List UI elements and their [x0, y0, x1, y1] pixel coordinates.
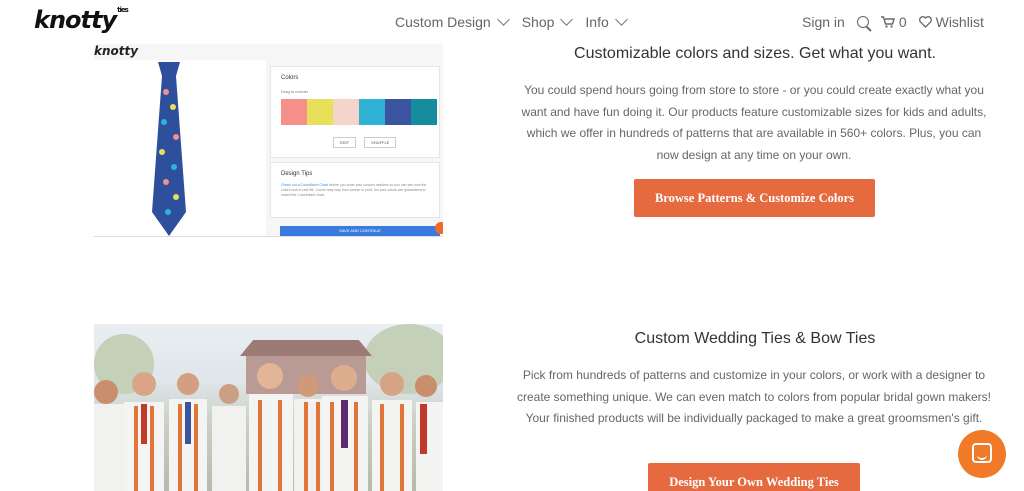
wedding-groomsmen-photo	[94, 324, 443, 491]
color-swatch	[385, 99, 411, 125]
account-nav: Sign in 0 Wishlist	[802, 14, 984, 30]
design-wedding-ties-button[interactable]: Design Your Own Wedding Ties	[648, 463, 860, 491]
mock-logo: knotty	[94, 44, 139, 58]
color-swatch	[411, 99, 437, 125]
site-logo[interactable]: knottyties	[34, 6, 129, 34]
section-heading-colors: Customizable colors and sizes. Get what …	[574, 45, 936, 62]
chat-dot-icon	[435, 222, 443, 234]
color-swatch	[333, 99, 359, 125]
color-swatch	[359, 99, 385, 125]
site-header: knottyties Custom Design Shop Info Sign …	[0, 0, 1024, 44]
save-and-continue-button: SAVE AND CONTINUE	[280, 226, 440, 236]
color-swatches	[281, 99, 437, 125]
groomsmen-figures	[94, 363, 443, 491]
design-tips-panel: Design Tips Check out a ColorMatch Chart…	[270, 162, 440, 218]
shuffle-button: SHUFFLE	[364, 137, 397, 148]
colors-panel: Colors Drag to reorder EDIT SHUFFLE	[270, 66, 440, 158]
nav-shop[interactable]: Shop	[522, 13, 574, 30]
chat-launcher-button[interactable]	[958, 430, 1006, 478]
wishlist-link[interactable]: Wishlist	[918, 14, 984, 30]
nav-custom-design[interactable]: Custom Design	[395, 13, 510, 30]
nav-info[interactable]: Info	[585, 13, 628, 30]
section-body-wedding: Pick from hundreds of patterns and custo…	[516, 368, 992, 425]
chat-icon	[972, 443, 992, 463]
chevron-down-icon	[614, 13, 628, 26]
cart-icon	[880, 16, 895, 28]
customizer-screenshot: knotty Colors Drag to reorder EDIT SHUFF…	[94, 44, 443, 237]
color-swatch	[307, 99, 333, 125]
chevron-down-icon	[496, 13, 510, 26]
main-nav: Custom Design Shop Info	[395, 13, 628, 30]
search-icon[interactable]	[856, 16, 869, 28]
patterned-tie-image	[152, 62, 186, 236]
browse-patterns-button[interactable]: Browse Patterns & Customize Colors	[634, 179, 875, 217]
section-heading-wedding: Custom Wedding Ties & Bow Ties	[634, 330, 876, 347]
cart-link[interactable]: 0	[880, 14, 907, 30]
color-swatch	[281, 99, 307, 125]
chevron-down-icon	[560, 13, 574, 26]
section-body-colors: You could spend hours going from store t…	[521, 83, 987, 162]
heart-icon	[918, 16, 932, 28]
sign-in-link[interactable]: Sign in	[802, 14, 845, 30]
edit-button: EDIT	[333, 137, 357, 148]
cart-count: 0	[898, 14, 907, 30]
